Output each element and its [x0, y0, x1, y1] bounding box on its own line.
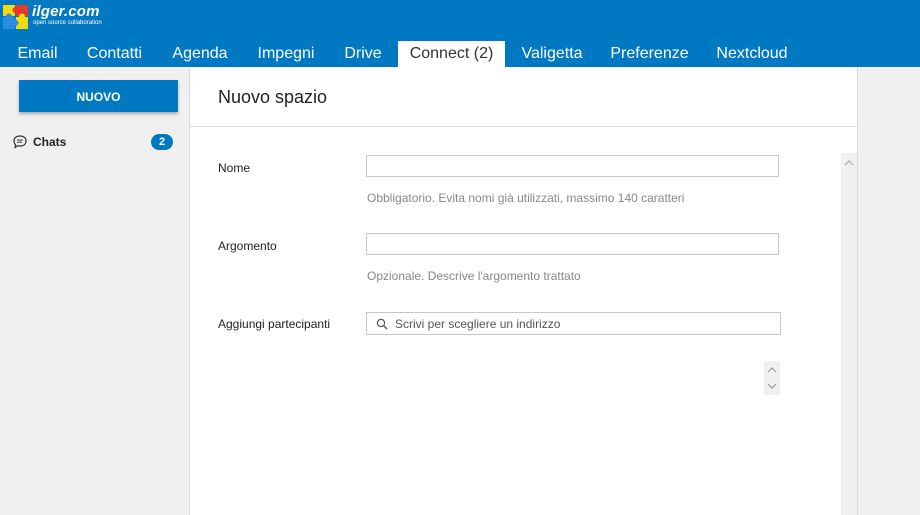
sidebar: NUOVO Chats 2 — [0, 67, 190, 515]
tab-impegni[interactable]: Impegni — [244, 41, 328, 67]
sidebar-item-chats[interactable]: Chats 2 — [12, 134, 174, 154]
name-hint: Obbligatorio. Evita nomi già utilizzati,… — [367, 191, 685, 205]
sidebar-item-label: Chats — [33, 135, 67, 149]
logo-tagline: open source collaboration — [33, 20, 102, 26]
search-placeholder: Scrivi per scegliere un indirizzo — [395, 317, 561, 331]
topic-field[interactable] — [366, 233, 779, 255]
tab-preferenze[interactable]: Preferenze — [599, 41, 700, 67]
top-bar: ilger.com open source collaboration Emai… — [0, 0, 920, 67]
name-field[interactable] — [366, 155, 779, 177]
tab-contatti[interactable]: Contatti — [75, 41, 154, 67]
tab-agenda[interactable]: Agenda — [158, 41, 242, 67]
scroll-up-icon[interactable] — [844, 159, 854, 167]
name-label: Nome — [218, 161, 251, 175]
chat-bubble-icon — [13, 135, 27, 149]
tab-connect[interactable]: Connect (2) — [398, 41, 505, 67]
logo[interactable]: ilger.com open source collaboration — [2, 2, 122, 32]
search-icon — [376, 318, 388, 330]
participants-label: Aggiungi partecipanti — [218, 317, 331, 331]
scroll-up-icon[interactable] — [767, 366, 777, 374]
new-button[interactable]: NUOVO — [19, 80, 178, 112]
tab-drive[interactable]: Drive — [330, 41, 396, 67]
header-divider — [190, 126, 857, 127]
unread-count-badge: 2 — [151, 134, 173, 150]
new-space-panel: Nuovo spazio Nome Obbligatorio. Evita no… — [190, 67, 857, 515]
page-title: Nuovo spazio — [218, 87, 328, 107]
participants-list-scrollbar[interactable] — [764, 361, 780, 395]
topic-hint: Opzionale. Descrive l'argomento trattato — [367, 269, 581, 283]
topic-label: Argomento — [218, 239, 277, 253]
tab-valigetta[interactable]: Valigetta — [509, 41, 595, 67]
tab-nextcloud[interactable]: Nextcloud — [703, 41, 801, 67]
logo-name: ilger.com — [32, 3, 100, 20]
puzzle-logo-icon — [3, 5, 28, 29]
participants-search-input[interactable]: Scrivi per scegliere un indirizzo — [366, 312, 781, 335]
main-scrollbar[interactable] — [841, 153, 857, 515]
scroll-down-icon[interactable] — [767, 382, 777, 390]
tab-email[interactable]: Email — [0, 41, 75, 67]
right-pane — [857, 67, 920, 515]
